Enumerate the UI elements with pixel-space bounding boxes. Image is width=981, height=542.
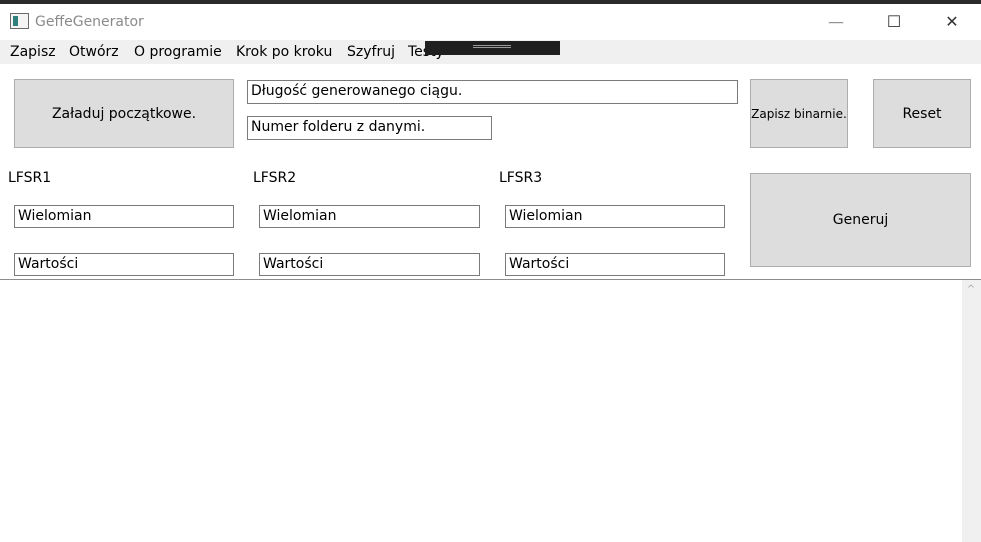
lfsr2-label: LFSR2 <box>253 170 297 186</box>
menu-item-otworz[interactable]: Otwórz <box>69 44 119 60</box>
lfsr3-polynomial-field[interactable]: Wielomian <box>505 205 725 228</box>
maximize-button[interactable]: ☐ <box>871 4 917 38</box>
lfsr2-polynomial-field[interactable]: Wielomian <box>259 205 480 228</box>
save-binary-button[interactable]: Zapisz binarnie. <box>750 79 848 148</box>
minimize-button[interactable]: — <box>813 4 859 38</box>
sequence-length-field[interactable]: Długość generowanego ciągu. <box>247 80 738 104</box>
drag-handle-overlay[interactable] <box>425 41 560 55</box>
close-button[interactable]: ✕ <box>929 4 975 38</box>
lfsr1-polynomial-field[interactable]: Wielomian <box>14 205 234 228</box>
generate-button[interactable]: Generuj <box>750 173 971 267</box>
load-initial-button[interactable]: Załaduj początkowe. <box>14 79 234 148</box>
reset-button[interactable]: Reset <box>873 79 971 148</box>
output-vertical-scrollbar[interactable]: ^ <box>962 280 981 542</box>
output-text-area[interactable] <box>0 279 981 542</box>
menu-item-krok-po-kroku[interactable]: Krok po kroku <box>236 44 332 60</box>
lfsr1-values-field[interactable]: Wartości <box>14 253 234 276</box>
menu-item-o-programie[interactable]: O programie <box>134 44 222 60</box>
lfsr1-label: LFSR1 <box>8 170 52 186</box>
app-icon <box>10 13 29 29</box>
lfsr3-values-field[interactable]: Wartości <box>505 253 725 276</box>
scroll-up-arrow-icon[interactable]: ^ <box>966 285 976 295</box>
maximize-icon: ☐ <box>886 11 902 31</box>
window-title: GeffeGenerator <box>35 14 144 30</box>
data-folder-field[interactable]: Numer folderu z danymi. <box>247 116 492 140</box>
title-bar: GeffeGenerator — ☐ ✕ <box>0 4 981 40</box>
minimize-icon: — <box>828 11 844 31</box>
menu-item-zapisz[interactable]: Zapisz <box>10 44 56 60</box>
lfsr2-values-field[interactable]: Wartości <box>259 253 480 276</box>
lfsr3-label: LFSR3 <box>499 170 543 186</box>
close-icon: ✕ <box>945 11 959 31</box>
menu-item-szyfruj[interactable]: Szyfruj <box>347 44 395 60</box>
